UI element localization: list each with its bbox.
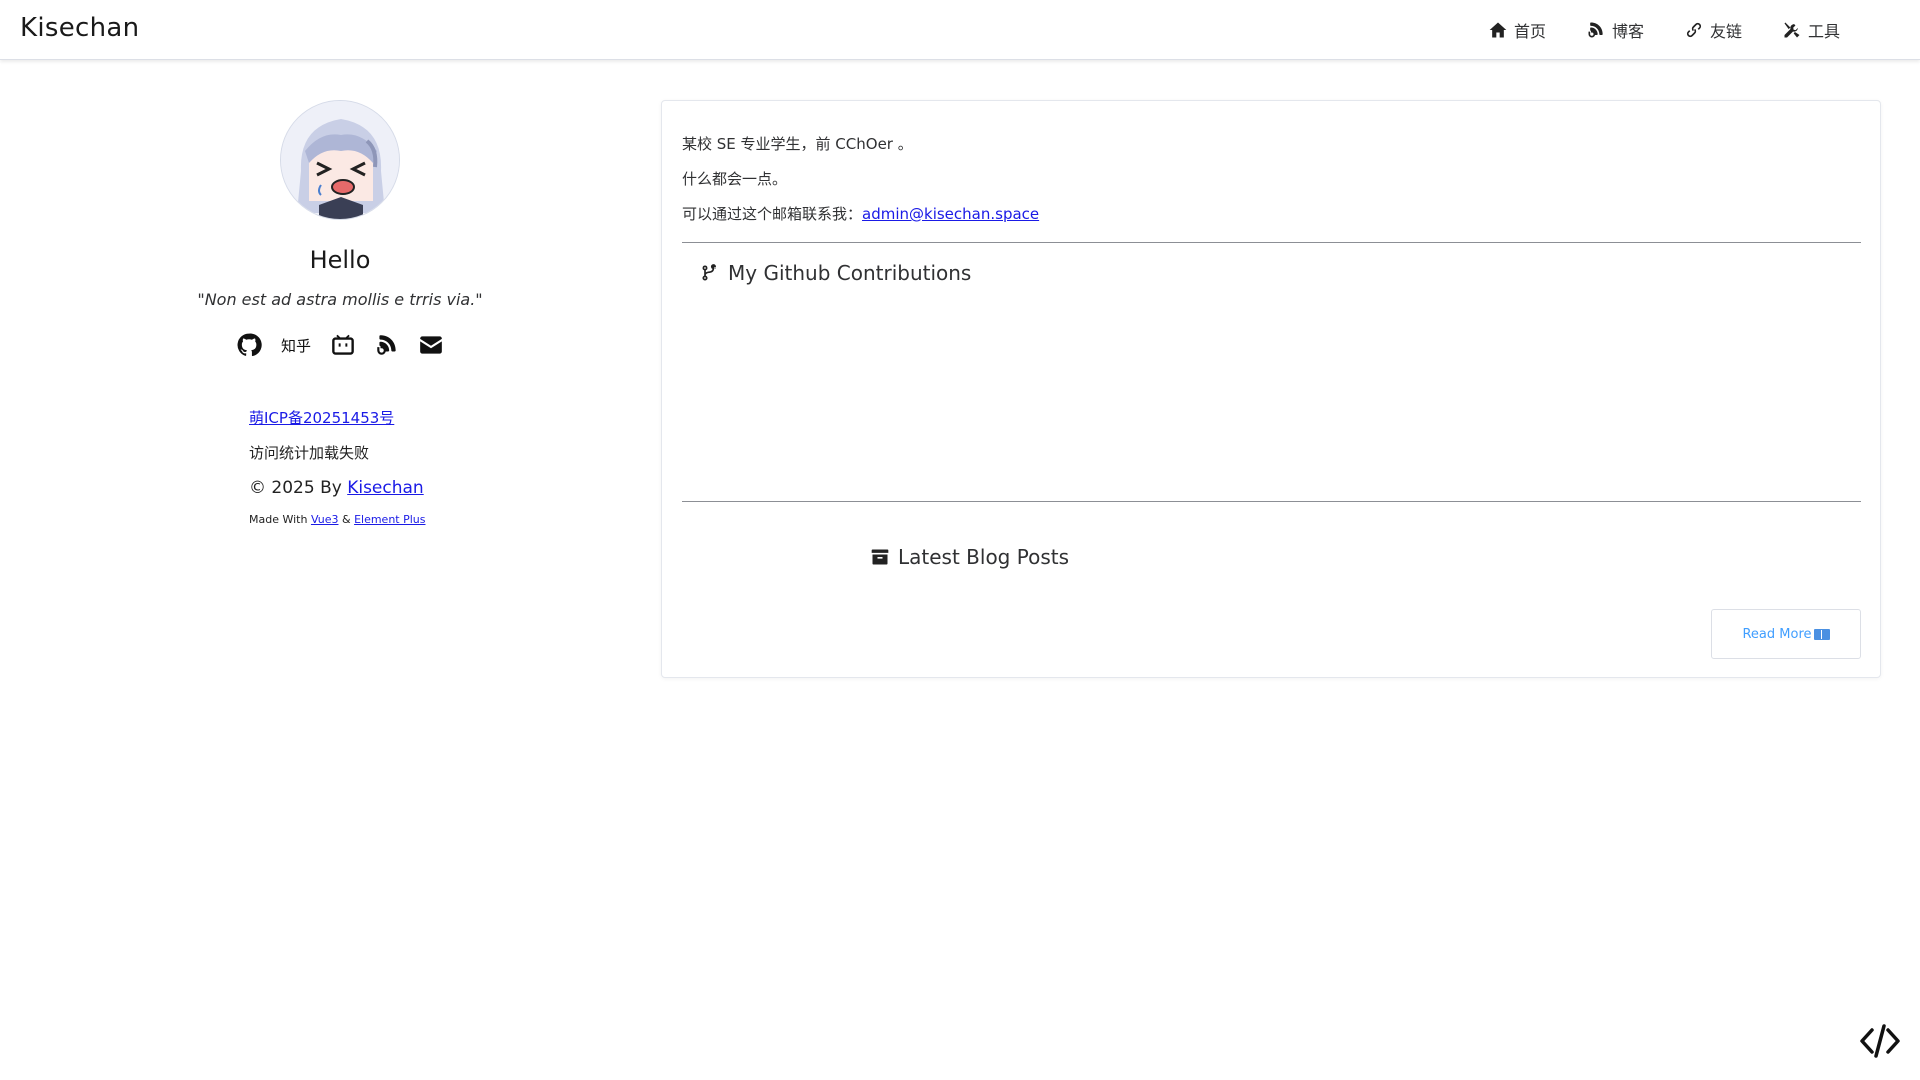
intro-line: 什么都会一点。 bbox=[682, 170, 788, 188]
main-nav: 首页 博客 友链 工具 bbox=[1468, 0, 1860, 60]
email-link[interactable]: admin@kisechan.space bbox=[862, 205, 1039, 223]
made-with-line: Made With Vue3 & Element Plus bbox=[249, 510, 549, 532]
blog-icon bbox=[1586, 20, 1606, 40]
avatar bbox=[280, 100, 400, 220]
zhihu-link[interactable]: 知乎 bbox=[279, 331, 313, 359]
link-icon bbox=[1684, 20, 1704, 40]
nav-item-label: 首页 bbox=[1514, 22, 1547, 41]
contact-line: 可以通过这个邮箱联系我：admin@kisechan.space bbox=[682, 201, 1039, 236]
blog-section-title: Latest Blog Posts bbox=[870, 545, 1069, 569]
copyright-author-link[interactable]: Kisechan bbox=[347, 478, 424, 498]
copyright-line: © 2025 By Kisechan bbox=[249, 475, 549, 510]
archive-icon bbox=[871, 549, 889, 565]
nav-item-tools[interactable]: 工具 bbox=[1762, 0, 1860, 60]
email-icon[interactable] bbox=[417, 331, 445, 359]
nav-item-blog[interactable]: 博客 bbox=[1566, 0, 1664, 60]
blog-icon[interactable] bbox=[373, 331, 401, 359]
read-more-button[interactable]: Read More bbox=[1711, 609, 1861, 659]
top-navbar: Kisechan 首页 博客 友链 工具 bbox=[0, 0, 1920, 60]
greeting-heading: Hello bbox=[309, 246, 371, 274]
icp-link[interactable]: 萌ICP备20251453号 bbox=[249, 409, 394, 427]
main-card: 某校 SE 专业学生，前 CChOer 。 什么都会一点。 可以通过这个邮箱联系… bbox=[661, 100, 1881, 678]
motto-text: "Non est ad astra mollis e trris via." bbox=[197, 290, 483, 309]
social-links: 知乎 bbox=[160, 331, 520, 359]
copyright-prefix: © 2025 By bbox=[249, 478, 348, 498]
tools-icon bbox=[1782, 20, 1802, 40]
vue-link[interactable]: Vue3 bbox=[311, 513, 339, 526]
code-icon[interactable] bbox=[1858, 1022, 1902, 1060]
home-icon bbox=[1488, 20, 1508, 40]
nav-item-label: 工具 bbox=[1808, 22, 1841, 41]
profile-panel: Hello "Non est ad astra mollis e trris v… bbox=[160, 100, 520, 359]
github-contributions-area bbox=[682, 301, 1861, 501]
intro-line: 某校 SE 专业学生，前 CChOer 。 bbox=[682, 135, 913, 153]
visit-stats-text: 访问统计加载失败 bbox=[249, 444, 370, 462]
site-brand[interactable]: Kisechan bbox=[20, 13, 139, 43]
github-icon[interactable] bbox=[235, 331, 263, 359]
site-footer: 萌ICP备20251453号 访问统计加载失败 © 2025 By Kisech… bbox=[249, 405, 549, 532]
git-branch-icon bbox=[702, 264, 716, 281]
nav-item-friends[interactable]: 友链 bbox=[1664, 0, 1762, 60]
element-plus-link[interactable]: Element Plus bbox=[354, 513, 425, 526]
divider bbox=[682, 242, 1861, 243]
github-section-title: My Github Contributions bbox=[700, 261, 971, 285]
blog-section-label: Latest Blog Posts bbox=[898, 545, 1069, 569]
nav-item-home[interactable]: 首页 bbox=[1468, 0, 1566, 60]
read-more-label: Read More bbox=[1742, 626, 1812, 642]
divider bbox=[682, 501, 1861, 502]
github-section-label: My Github Contributions bbox=[728, 261, 972, 285]
made-with-prefix: Made With bbox=[249, 513, 311, 526]
bilibili-icon[interactable] bbox=[329, 331, 357, 359]
open-book-icon bbox=[1813, 628, 1830, 640]
nav-item-label: 博客 bbox=[1612, 22, 1645, 41]
nav-item-label: 友链 bbox=[1710, 22, 1743, 41]
contact-prefix: 可以通过这个邮箱联系我： bbox=[682, 205, 863, 223]
intro-block: 某校 SE 专业学生，前 CChOer 。 什么都会一点。 可以通过这个邮箱联系… bbox=[682, 131, 1039, 236]
ampersand: & bbox=[338, 513, 355, 526]
